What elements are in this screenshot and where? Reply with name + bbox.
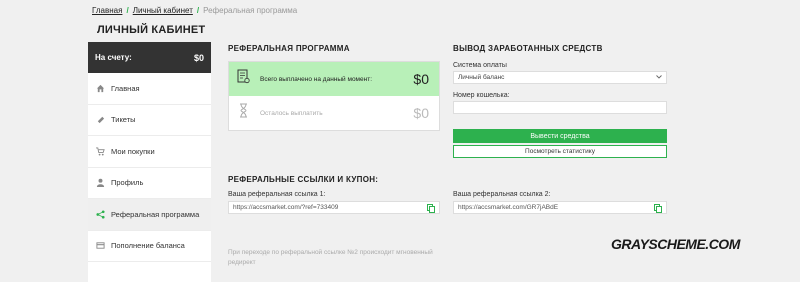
page-title: ЛИЧНЫЙ КАБИНЕТ [97,24,206,36]
referral-section-title: РЕФЕРАЛЬНАЯ ПРОГРАММА [228,44,350,53]
sidebar: На счету: $0 Главная Тикеты Мои покупки … [88,42,211,282]
withdraw-section-title: ВЫВОД ЗАРАБОТАННЫХ СРЕДСТВ [453,44,603,53]
remaining-label: Осталось выплатить [260,109,323,117]
sidebar-item-label: Реферальная программа [111,209,200,219]
payment-system-select[interactable]: Личный баланс [453,71,667,84]
paid-value: $0 [413,71,429,87]
copy-icon[interactable] [427,204,435,213]
share-icon [95,209,105,219]
chevron-down-icon [656,74,662,81]
remaining-value: $0 [413,105,429,121]
hourglass-icon [237,103,250,123]
sidebar-item-label: Тикеты [111,115,136,125]
home-icon [95,83,105,93]
balance-label: На счету: [95,53,132,62]
breadcrumb-cabinet-link[interactable]: Личный кабинет [133,6,193,15]
sidebar-item-label: Главная [111,83,140,93]
breadcrumb: Главная / Личный кабинет / Реферальная п… [92,6,297,15]
paid-label: Всего выплачено на данный момент: [260,75,373,83]
ref-link1-label: Ваша реферальная ссылка 1: [228,191,326,198]
referral-summary: Всего выплачено на данный момент: $0 Ост… [228,61,440,131]
payment-system-label: Система оплаты [453,62,507,69]
breadcrumb-home-link[interactable]: Главная [92,6,122,15]
links-section-title: РЕФЕРАЛЬНЫЕ ССЫЛКИ И КУПОН: [228,175,379,184]
withdraw-button[interactable]: Вывести средства [453,129,667,143]
wallet-input[interactable] [453,101,667,114]
balance-bar: На счету: $0 [88,42,211,73]
sidebar-item-label: Мои покупки [111,146,155,156]
sidebar-item-referral[interactable]: Реферальная программа [88,199,211,231]
sidebar-item-tickets[interactable]: Тикеты [88,105,211,136]
redirect-note: При переходе по реферальной ссылке №2 пр… [228,249,433,266]
ref-link2-field[interactable]: https://accsmarket.com/GR7jABdE [453,201,667,214]
ref-link2-label: Ваша реферальная ссылка 2: [453,191,551,198]
sidebar-item-profile[interactable]: Профиль [88,168,211,199]
copy-icon[interactable] [654,204,662,213]
breadcrumb-current: Реферальная программа [203,6,298,15]
ticket-icon [95,115,105,125]
wallet-icon [95,241,105,251]
balance-value: $0 [193,52,204,63]
payment-system-value: Личный баланс [458,74,505,81]
remaining-row: Осталось выплатить $0 [229,96,439,130]
paid-row: Всего выплачено на данный момент: $0 [229,62,439,96]
document-icon [237,69,250,89]
sidebar-item-label: Пополнение баланса [111,241,185,251]
user-icon [95,178,105,188]
cart-icon [95,146,105,156]
sidebar-item-purchases[interactable]: Мои покупки [88,136,211,168]
ref-link1-value: https://accsmarket.com/?ref=733409 [233,204,339,211]
breadcrumb-separator: / [126,6,129,15]
sidebar-item-home[interactable]: Главная [88,73,211,105]
ref-link2-value: https://accsmarket.com/GR7jABdE [458,204,559,211]
ref-link1-field[interactable]: https://accsmarket.com/?ref=733409 [228,201,440,214]
breadcrumb-separator: / [196,6,200,15]
view-stats-button[interactable]: Посмотреть статистику [453,145,667,158]
wallet-label: Номер кошелька: [453,92,510,99]
watermark: GRAYSCHEME.COM [611,236,740,252]
sidebar-item-label: Профиль [111,178,144,188]
sidebar-item-topup[interactable]: Пополнение баланса [88,231,211,262]
